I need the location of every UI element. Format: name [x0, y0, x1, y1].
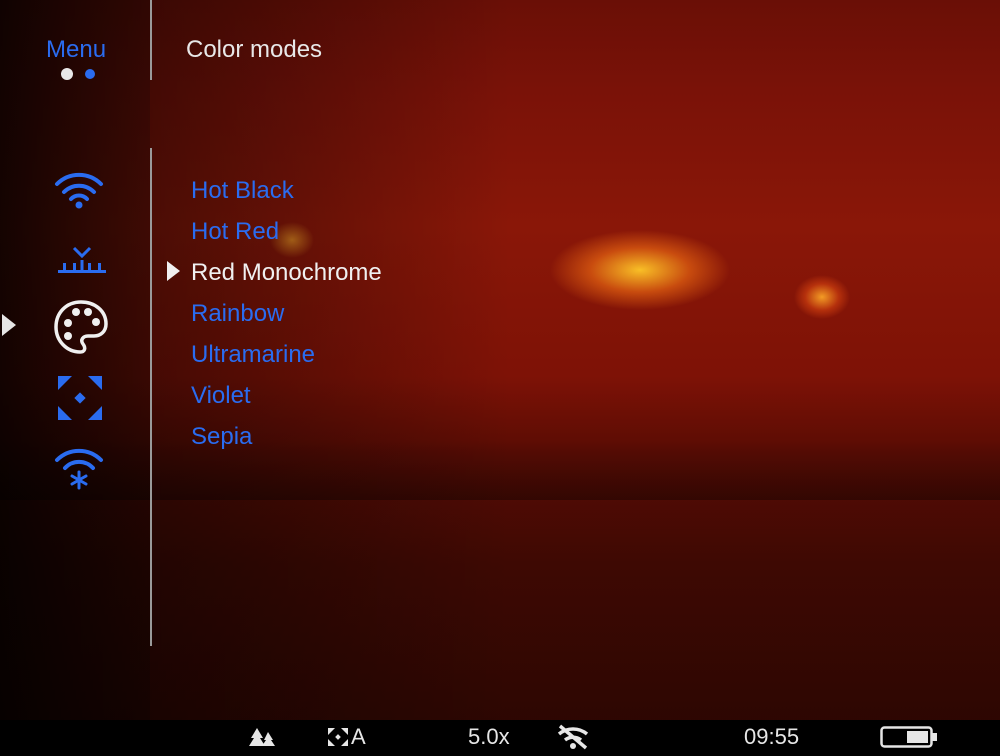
- color-mode-option[interactable]: Hot Black: [191, 177, 294, 205]
- menu-divider: [150, 148, 152, 646]
- header-divider: [150, 0, 152, 80]
- color-mode-option[interactable]: Violet: [191, 382, 251, 410]
- color-mode-option-selected[interactable]: Red Monochrome: [191, 259, 382, 287]
- section-title: Color modes: [186, 36, 323, 63]
- color-mode-option[interactable]: Sepia: [191, 423, 252, 451]
- wifi-icon[interactable]: [54, 170, 104, 210]
- clock-time: 09:55: [744, 724, 800, 749]
- battery-icon: [880, 726, 938, 754]
- wifi-off-icon: [556, 724, 590, 756]
- wifi-settings-icon[interactable]: [54, 446, 104, 490]
- calibration-mode-label: A: [351, 724, 366, 749]
- color-mode-option[interactable]: Hot Red: [191, 218, 279, 246]
- page-indicator-dot: [85, 69, 95, 79]
- zoom-level: 5.0x: [468, 724, 510, 749]
- crosshair-icon[interactable]: [54, 372, 106, 424]
- forest-mode-icon: [248, 726, 276, 754]
- calibration-icon[interactable]: [56, 244, 108, 278]
- color-mode-option[interactable]: Ultramarine: [191, 341, 315, 369]
- color-mode-option[interactable]: Rainbow: [191, 300, 284, 328]
- selection-arrow: [167, 261, 180, 281]
- menu-title: Menu: [46, 36, 107, 63]
- calibration-mode-icon: [327, 727, 349, 753]
- palette-icon[interactable]: [52, 298, 110, 356]
- selected-item-arrow: [2, 314, 16, 336]
- status-bar: A 5.0x 09:55: [0, 720, 1000, 752]
- page-indicator-dot-active: [61, 68, 73, 80]
